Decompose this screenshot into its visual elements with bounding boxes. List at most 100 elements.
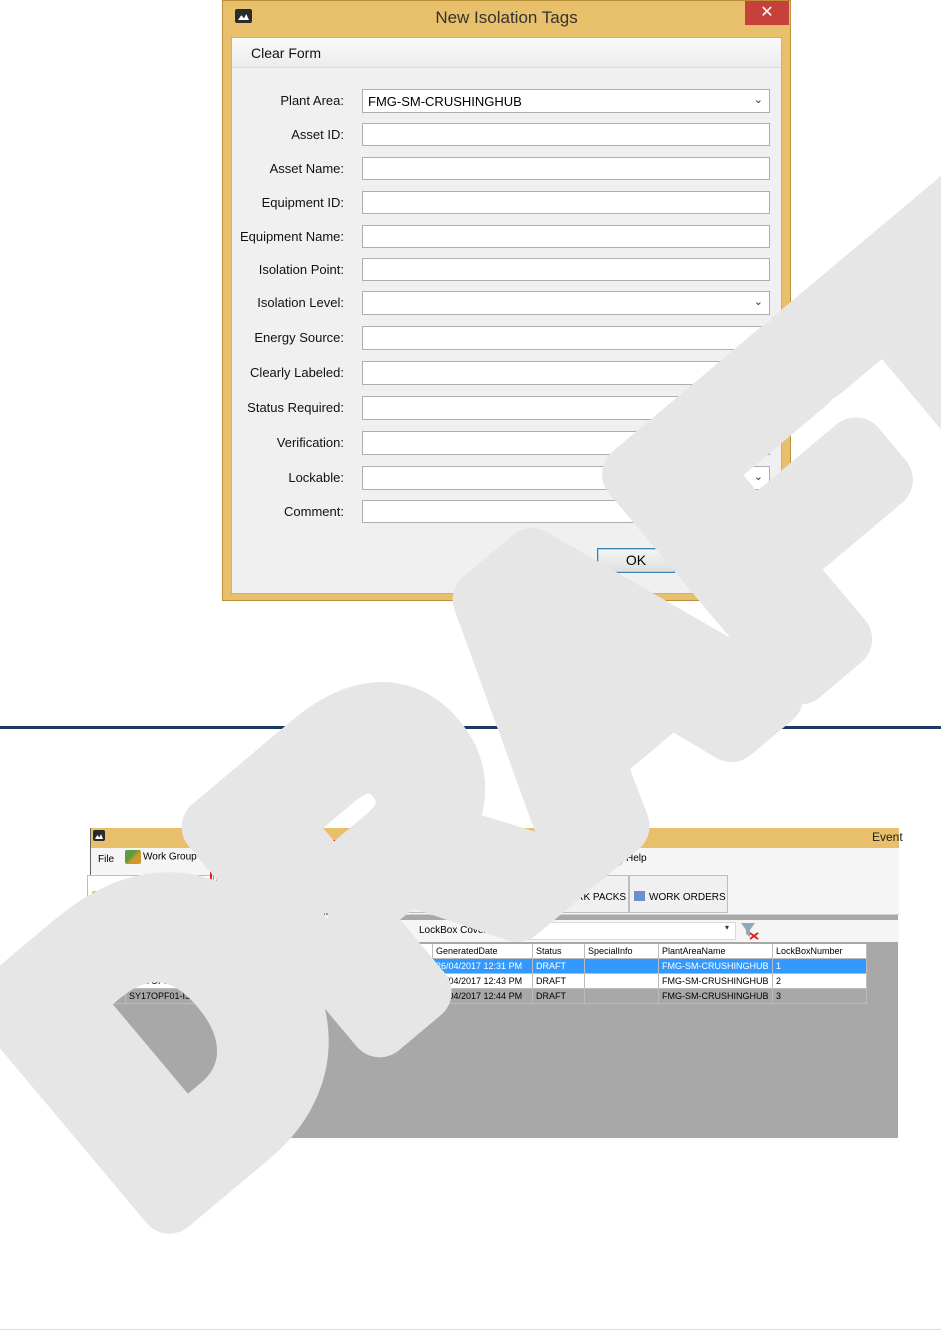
table-cell: SY17OPF01-IS-000003 [126, 989, 230, 1004]
menu-reports[interactable]: Reports [389, 854, 424, 865]
tab-work-packs-label: WORK PACKS [559, 892, 627, 903]
tag-icon [221, 879, 241, 896]
comment-label: Comment: [284, 504, 344, 519]
isolation-point-row: Isolation Point: [232, 258, 781, 282]
actions-label: Actions [103, 925, 136, 936]
isolation-level-select[interactable]: ⌄ [362, 291, 770, 315]
import-button[interactable]: Import [151, 923, 197, 935]
verification-row: Verification: ⌄ [232, 431, 781, 455]
asset-name-label: Asset Name: [269, 161, 344, 176]
column-header[interactable]: CreatedBy [364, 944, 433, 959]
equipment-id-label: Equipment ID: [261, 195, 344, 210]
column-header[interactable]: LockBoxNumber [773, 944, 867, 959]
close-button[interactable]: ✕ [745, 1, 789, 25]
tab-permit-to-work[interactable]: PERMIT TO WORK [427, 875, 539, 913]
clear-filter-icon[interactable] [740, 922, 760, 940]
column-header[interactable]: ShortID [126, 944, 230, 959]
dialog-title: New Isolation Tags [435, 8, 578, 27]
dialog-titlebar[interactable]: New Isolation Tags ✕ [223, 1, 790, 37]
table-cell: FMG-SM-CRUSHINGHUB [659, 959, 773, 974]
table-cell: 3 [773, 989, 867, 1004]
tab-work-packs[interactable]: WORK PACKS [539, 875, 629, 913]
equipment-name-row: Equipment Name: [232, 225, 781, 249]
page-footer-rule [0, 1329, 941, 1330]
comment-row: Comment: [232, 500, 781, 524]
equipment-name-input[interactable] [362, 225, 770, 248]
equipment-name-label: Equipment Name: [239, 229, 344, 244]
table-cell [585, 989, 659, 1004]
dropdown-arrow-icon[interactable]: ▾ [725, 923, 729, 932]
menu-item-lockbox-register[interactable]: Lockbox Register [216, 901, 390, 925]
app-titlebar[interactable]: Event [91, 828, 903, 848]
table-cell: 1 [773, 959, 867, 974]
app-logo-icon [93, 830, 105, 841]
plant-area-label: Plant Area: [280, 93, 344, 108]
menu-documentation[interactable]: Documentation [525, 854, 592, 865]
chevron-down-icon: ⌄ [753, 471, 763, 483]
asset-id-label: Asset ID: [291, 127, 344, 142]
menu-help-label: Help [626, 853, 647, 865]
menu-item-isolation-points-register[interactable]: Isolation Points Register [216, 875, 390, 899]
lockbox-register-label: Lockbox Register [252, 907, 330, 918]
clear-form-menu-item[interactable]: Clear Form [251, 45, 321, 61]
energy-source-label: Energy Source: [254, 330, 344, 345]
tab-permit-to-work-label: PERMIT TO WORK [447, 892, 535, 903]
equipment-id-input[interactable] [362, 191, 770, 214]
tab-work-orders[interactable]: WORK ORDERS [629, 875, 728, 913]
energy-source-select[interactable]: ⌄ [362, 326, 770, 350]
column-header[interactable]: PlantAreaName [659, 944, 773, 959]
table-row[interactable]: SY17OPF01-IS-000003 SHUTDOWN WORKS - CV1… [93, 989, 867, 1004]
menu-audit-trail[interactable]: Audit Trail [325, 854, 369, 865]
table-cell: DRAFT [533, 974, 585, 989]
book-icon [432, 891, 443, 901]
chevron-down-icon: ⌄ [753, 296, 763, 308]
table-cell: 26/04/2017 12:43 PM [433, 974, 533, 989]
app-window: Event File Work Group Audit Trail Report… [87, 828, 903, 1138]
tab-documents-label: MENTS [390, 891, 425, 902]
verification-select[interactable]: ⌄ [362, 431, 770, 455]
row-indicator-icon: ▸ [93, 959, 126, 974]
tab-work-orders-label: WORK ORDERS [649, 892, 726, 903]
table-row[interactable]: ▸ SY17OPF01-IS-000001 SHUTDOWN WORKS - S… [93, 959, 867, 974]
clearly-labeled-label: Clearly Labeled: [250, 365, 344, 380]
menu-event-overview[interactable]: Event Overview [439, 854, 509, 865]
lockable-row: Lockable: ⌄ [232, 466, 781, 490]
lockable-select[interactable]: ⌄ [362, 466, 770, 490]
menu-file[interactable]: File [98, 854, 114, 865]
dialog-menu-strip: Clear Form [232, 38, 781, 68]
menu-administration[interactable]: Administration [214, 849, 318, 873]
comment-input[interactable] [362, 500, 770, 523]
column-header[interactable]: SpecialInfo [585, 944, 659, 959]
table-cell: 26/04/2017 12:31 PM [433, 959, 533, 974]
plant-area-select[interactable]: FMG-SM-CRUSHINGHUB ⌄ [362, 89, 770, 113]
status-required-select[interactable]: ⌄ [362, 396, 770, 420]
lockbox-icon [220, 904, 240, 921]
status-required-row: Status Required: ⌄ [232, 396, 781, 420]
asset-id-input[interactable] [362, 123, 770, 146]
lockbox-coversheet-label: LockBox Coversheet [419, 925, 512, 936]
clearly-labeled-select[interactable]: ⌄ [362, 361, 770, 385]
column-header[interactable]: GeneratedDate [433, 944, 533, 959]
isolation-level-label: Isolation Level: [257, 295, 344, 310]
page: New Isolation Tags ✕ Clear Form Plant Ar… [0, 0, 941, 1334]
asset-name-input[interactable] [362, 157, 770, 180]
ok-button[interactable]: OK [597, 548, 675, 573]
table-cell: DRAFT [533, 959, 585, 974]
isolation-point-input[interactable] [362, 258, 770, 281]
chevron-down-icon: ⌄ [753, 401, 763, 413]
table-row[interactable]: SY17OPF01-IS-000002 SHUTDOWN WORKS - SZ1… [93, 974, 867, 989]
table-cell: cnguyen [364, 974, 433, 989]
asset-id-row: Asset ID: [232, 123, 781, 147]
column-header[interactable]: Status [533, 944, 585, 959]
menu-help[interactable]: Help [609, 851, 647, 866]
tab-isolation-statements[interactable]: ISOLATION STATEMEN [87, 875, 217, 913]
status-required-label: Status Required: [247, 400, 344, 415]
lockbox-coversheet-select[interactable] [520, 922, 736, 940]
column-header[interactable]: JobDescription [230, 944, 364, 959]
cancel-button[interactable]: Cancel [685, 548, 763, 573]
isolation-statements-grid: ShortID JobDescription CreatedBy Generat… [93, 944, 867, 1004]
table-cell: 2 [773, 974, 867, 989]
table-cell: SY17OPF01-IS-000001 [126, 959, 230, 974]
menu-work-group[interactable]: Work Group [125, 850, 197, 864]
section-divider [0, 726, 941, 729]
